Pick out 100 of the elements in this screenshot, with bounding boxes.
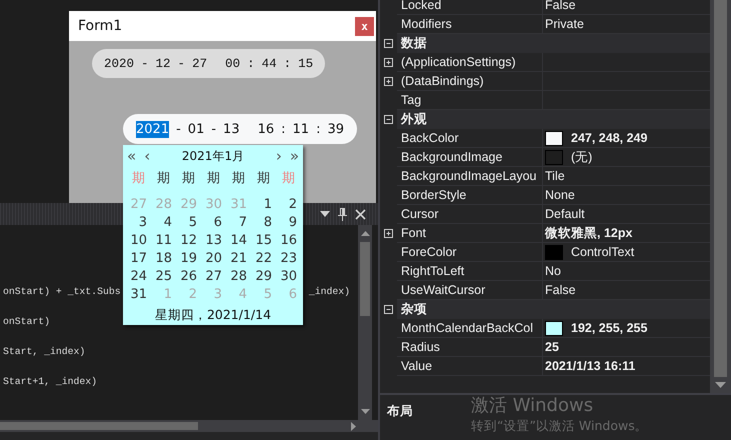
- calendar-day[interactable]: 19: [176, 250, 201, 266]
- property-value[interactable]: 192, 255, 255: [571, 321, 648, 335]
- date-segment[interactable]: 39: [327, 120, 344, 138]
- calendar-day[interactable]: 2: [276, 196, 301, 212]
- property-name[interactable]: RightToLeft: [401, 264, 464, 278]
- date-segment[interactable]: 44: [262, 56, 277, 72]
- calendar-day[interactable]: 9: [276, 214, 301, 230]
- property-name[interactable]: MonthCalendarBackCol: [401, 321, 534, 335]
- collapse-icon[interactable]: [384, 305, 393, 314]
- date-segment[interactable]: -: [178, 56, 186, 72]
- next-month-button[interactable]: ›: [274, 148, 284, 164]
- calendar-day[interactable]: 26: [176, 268, 201, 284]
- property-value[interactable]: Tile: [545, 169, 565, 183]
- property-value[interactable]: False: [545, 0, 576, 12]
- calendar-day[interactable]: 18: [151, 250, 176, 266]
- horizontal-scrollbar[interactable]: [0, 420, 378, 432]
- date-time-picker[interactable]: 2020 - 12 - 27 00 : 44 : 15: [92, 49, 326, 78]
- calendar-day[interactable]: 14: [226, 232, 251, 248]
- calendar-day[interactable]: 30: [276, 268, 301, 284]
- calendar-day[interactable]: 29: [251, 268, 276, 284]
- date-segment[interactable]: -: [211, 120, 216, 138]
- property-name[interactable]: Cursor: [401, 207, 439, 221]
- calendar-day[interactable]: 8: [251, 214, 276, 230]
- property-name[interactable]: Modifiers: [401, 17, 452, 31]
- property-value[interactable]: Private: [545, 17, 584, 31]
- date-segment[interactable]: 16: [258, 120, 274, 138]
- calendar-day[interactable]: 7: [226, 214, 251, 230]
- property-name[interactable]: (DataBindings): [401, 74, 484, 88]
- calendar-day[interactable]: 5: [176, 214, 201, 230]
- scroll-down-icon[interactable]: [715, 382, 726, 388]
- date-segment[interactable]: 11: [292, 120, 310, 138]
- pin-icon[interactable]: [338, 208, 347, 220]
- date-segment[interactable]: 2020: [104, 56, 134, 72]
- calendar-day[interactable]: 24: [126, 268, 151, 284]
- date-time-picker[interactable]: 2021 - 01 - 13 16 : 11 : 39: [123, 114, 358, 144]
- dropdown-icon[interactable]: [320, 211, 330, 217]
- calendar-day[interactable]: 4: [151, 214, 176, 230]
- calendar-day[interactable]: 20: [201, 250, 226, 266]
- property-name[interactable]: ForeColor: [401, 245, 457, 259]
- expand-icon[interactable]: [384, 229, 393, 238]
- vertical-scrollbar[interactable]: [710, 0, 731, 393]
- date-segment[interactable]: -: [176, 120, 181, 138]
- calendar-day[interactable]: 13: [201, 232, 226, 248]
- calendar-day[interactable]: 31: [126, 286, 151, 302]
- property-value[interactable]: None: [545, 188, 575, 202]
- expand-icon[interactable]: [384, 58, 393, 67]
- property-value[interactable]: No: [545, 264, 561, 278]
- property-value[interactable]: 2021/1/13 16:11: [545, 359, 636, 373]
- calendar-day[interactable]: 16: [276, 232, 301, 248]
- category-label[interactable]: 外观: [397, 110, 710, 129]
- calendar-day[interactable]: 23: [276, 250, 301, 266]
- close-button[interactable]: x: [355, 16, 374, 36]
- property-value[interactable]: False: [545, 283, 576, 297]
- property-value[interactable]: ControlText: [571, 245, 634, 259]
- date-segment[interactable]: 12: [156, 56, 171, 72]
- expand-icon[interactable]: [384, 77, 393, 86]
- date-segment[interactable]: 27: [192, 56, 208, 72]
- scroll-down-icon[interactable]: [360, 409, 370, 414]
- previous-year-button[interactable]: «: [125, 148, 138, 164]
- property-name[interactable]: Value: [401, 359, 432, 373]
- date-segment[interactable]: :: [316, 120, 320, 138]
- calendar-day[interactable]: 17: [126, 250, 151, 266]
- date-segment[interactable]: 15: [298, 56, 314, 72]
- property-value[interactable]: Default: [545, 207, 585, 221]
- property-name[interactable]: Radius: [401, 340, 440, 354]
- category-label[interactable]: 数据: [397, 34, 710, 53]
- date-segment[interactable]: 00: [225, 56, 240, 72]
- date-segment[interactable]: 13: [223, 120, 240, 138]
- calendar-day[interactable]: 15: [251, 232, 276, 248]
- calendar-day[interactable]: 3: [126, 214, 151, 230]
- collapse-icon[interactable]: [384, 39, 393, 48]
- calendar-day[interactable]: 27: [201, 268, 226, 284]
- property-name[interactable]: Tag: [401, 93, 422, 107]
- property-name[interactable]: BorderStyle: [401, 188, 466, 202]
- today-label[interactable]: 星期四，2021/1/14: [154, 307, 272, 324]
- date-segment[interactable]: -: [141, 56, 149, 72]
- date-segment[interactable]: :: [247, 56, 255, 72]
- property-name[interactable]: UseWaitCursor: [401, 283, 486, 297]
- calendar-day[interactable]: 12: [176, 232, 201, 248]
- property-name[interactable]: BackColor: [401, 131, 459, 145]
- calendar-day[interactable]: 1: [251, 196, 276, 212]
- property-value[interactable]: (无): [571, 148, 592, 166]
- calendar-day[interactable]: 6: [201, 214, 226, 230]
- previous-month-button[interactable]: ‹: [142, 148, 152, 164]
- collapse-icon[interactable]: [384, 115, 393, 124]
- calendar-day[interactable]: 22: [251, 250, 276, 266]
- calendar-day[interactable]: 28: [226, 268, 251, 284]
- date-segment[interactable]: 01: [188, 120, 204, 138]
- calendar-day[interactable]: 10: [126, 232, 151, 248]
- scroll-up-icon[interactable]: [360, 231, 370, 236]
- property-name[interactable]: Font: [401, 226, 426, 240]
- property-value[interactable]: 25: [545, 340, 559, 354]
- next-year-button[interactable]: »: [288, 148, 301, 164]
- vertical-scrollbar[interactable]: [358, 225, 372, 420]
- property-value[interactable]: 247, 248, 249: [571, 131, 648, 145]
- calendar-day[interactable]: 11: [151, 232, 176, 248]
- date-segment[interactable]: 2021: [136, 120, 170, 138]
- property-name[interactable]: BackgroundImage: [401, 150, 502, 164]
- property-name[interactable]: (ApplicationSettings): [401, 55, 516, 69]
- property-name[interactable]: Locked: [401, 0, 442, 12]
